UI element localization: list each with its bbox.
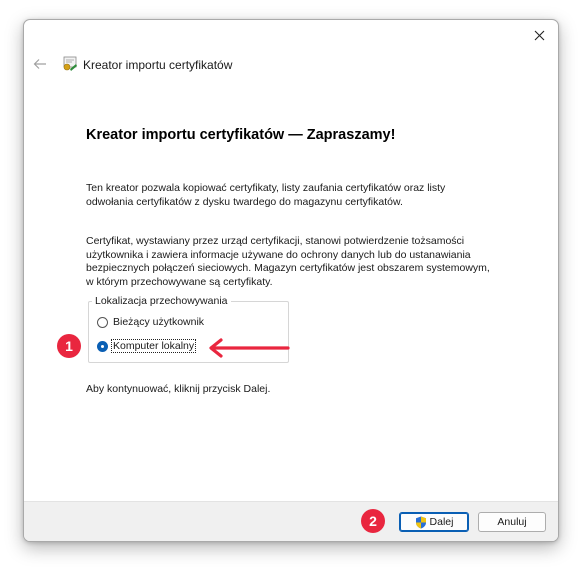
window-title: Kreator importu certyfikatów (83, 58, 233, 72)
annotation-marker-1: 1 (57, 334, 81, 358)
radio-button-checked[interactable] (97, 340, 108, 352)
description-line: użytkownika i zawiera informacje używane… (86, 248, 471, 261)
back-button[interactable] (32, 56, 48, 72)
next-button-label: Dalej (429, 516, 454, 528)
radio-label-local-machine: Komputer lokalny (110, 339, 197, 353)
wizard-window: Kreator importu certyfikatów Kreator imp… (23, 19, 559, 542)
radio-current-user[interactable]: Bieżący użytkownik (97, 316, 205, 328)
radio-local-machine[interactable]: Komputer lokalny (97, 339, 197, 353)
annotation-marker-2: 2 (361, 509, 385, 533)
intro-line: odwołania certyfikatów z dysku twardego … (86, 195, 403, 208)
page-heading: Kreator importu certyfikatów — Zapraszam… (86, 127, 396, 143)
cancel-button-label: Anuluj (497, 516, 527, 528)
screen: Kreator importu certyfikatów Kreator imp… (0, 0, 581, 569)
certificate-icon (63, 56, 77, 71)
footer-bar: Dalej Anuluj (24, 501, 558, 541)
annotation-arrow-icon (209, 338, 290, 358)
radio-label-current-user: Bieżący użytkownik (113, 316, 205, 328)
continue-text: Aby kontynuować, kliknij przycisk Dalej. (86, 383, 271, 395)
intro-line: Ten kreator pozwala kopiować certyfikaty… (86, 182, 446, 194)
description-line: w którym przechowywane są certyfikaty. (86, 275, 273, 288)
description-text: Certyfikat, wystawiany przez urząd certy… (86, 235, 490, 289)
description-line: bezpiecznych połączeń sieciowych. Magazy… (86, 262, 490, 274)
radio-button-unchecked[interactable] (97, 316, 108, 328)
cancel-button[interactable]: Anuluj (478, 512, 546, 532)
close-button[interactable] (526, 22, 552, 48)
uac-shield-icon (415, 516, 426, 528)
store-location-legend: Lokalizacja przechowywania (92, 295, 231, 307)
next-button[interactable]: Dalej (399, 512, 469, 532)
arrow-left-icon (33, 59, 46, 69)
intro-text: Ten kreator pozwala kopiować certyfikaty… (86, 182, 445, 209)
close-icon (534, 30, 544, 40)
description-line: Certyfikat, wystawiany przez urząd certy… (86, 235, 465, 247)
